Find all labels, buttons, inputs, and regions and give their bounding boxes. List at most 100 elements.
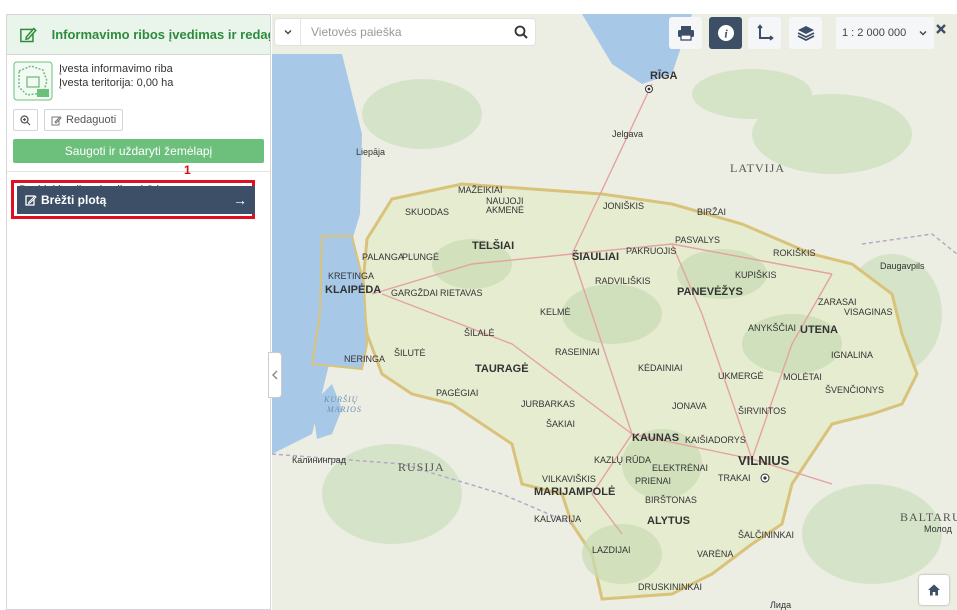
map-label-riga: RĪGA <box>650 70 678 82</box>
map-label-panevezys: PANEVĖŽYS <box>677 286 743 298</box>
chevron-left-icon <box>272 370 278 380</box>
info-button[interactable]: i <box>709 17 742 49</box>
save-close-button[interactable]: Saugoti ir uždaryti žemėlapį <box>13 139 264 163</box>
map-label-ukmerge: UKMERGĖ <box>718 371 764 381</box>
panel-collapse-handle[interactable] <box>268 352 282 398</box>
map-label-kaunas: KAUNAS <box>632 432 680 444</box>
home-icon <box>928 584 940 596</box>
zoom-icon <box>20 114 31 125</box>
draw-area-button[interactable]: Brėžti plotą → <box>17 186 255 214</box>
map-label-kelme: KELMĖ <box>540 307 571 317</box>
chevron-down-icon <box>919 31 927 36</box>
search-icon[interactable] <box>507 25 535 39</box>
home-button[interactable] <box>919 575 949 605</box>
map-label-druskininkai: DRUSKININKAI <box>638 582 703 592</box>
panel-title: Informavimo ribos įvedimas ir redag... <box>51 27 270 42</box>
info-line-1: Įvesta informavimo riba <box>59 63 173 75</box>
edit-icon <box>20 26 37 42</box>
boundary-info: Įvesta informavimo riba Įvesta teritorij… <box>7 55 270 101</box>
map-label-ignalina: IGNALINA <box>831 350 874 360</box>
map-label-vilnius: VILNIUS <box>738 453 790 468</box>
map-label-birstonas: BIRŠTONAS <box>645 495 697 505</box>
map-label-sirvintos: ŠIRVINTOS <box>738 406 787 416</box>
map-boundary-icon <box>13 61 53 101</box>
layers-button[interactable] <box>789 17 822 49</box>
riga-marker <box>645 85 653 93</box>
map-label-raseiniai: RASEINIAI <box>555 347 600 357</box>
scale-selector[interactable]: 1 : 2 000 000 <box>836 17 935 49</box>
map-label-palanga: PALANGA <box>362 252 404 262</box>
map-label-jurbarkas: JURBARKAS <box>521 399 576 409</box>
draw-area-label: Brėžti plotą <box>41 193 107 207</box>
map-label-siauliai: ŠIAULIAI <box>572 251 620 263</box>
info-icon: i <box>717 25 734 41</box>
map-label-kupiskis: KUPIŠKIS <box>735 270 777 280</box>
left-panel: Informavimo ribos įvedimas ir redag... Į… <box>6 14 271 610</box>
search-chevron-down-icon[interactable] <box>275 19 301 45</box>
map-label-joniskis: JONIŠKIS <box>603 201 645 211</box>
map-label-latvija: LATVIJA <box>730 161 785 175</box>
measure-button[interactable] <box>748 17 781 49</box>
print-icon <box>677 26 694 41</box>
map-label-neringa: NERINGA <box>344 354 386 364</box>
map-label-lida: Лида <box>770 600 792 610</box>
map-label-skuodas: SKUODAS <box>405 207 450 217</box>
map-label-svencionys: ŠVENČIONYS <box>825 385 885 395</box>
map-label-zarasai: ZARASAI <box>818 297 857 307</box>
map-label-kalvarija: KALVARIJA <box>534 514 582 524</box>
layers-icon <box>797 26 814 42</box>
search-input[interactable]: Vietovės paieška <box>301 25 507 39</box>
map-label-gargzdai: GARGŽDAI <box>391 288 439 298</box>
map-label-rietavas: RIETAVAS <box>440 288 483 298</box>
map-label-klaipeda: KLAIPĖDA <box>325 284 382 296</box>
map-label-marios: MARIOS <box>327 405 362 414</box>
map-label-jonava: JONAVA <box>672 401 707 411</box>
zoom-to-button[interactable] <box>13 109 38 131</box>
map-label-vilkaviskis: VILKAVIŠKIS <box>542 474 596 484</box>
map-label-pakruojis: PAKRUOJIS <box>626 246 677 256</box>
scale-value: 1 : 2 000 000 <box>842 27 907 39</box>
map-label-kretinga: KRETINGA <box>328 271 375 281</box>
print-button[interactable] <box>669 17 702 49</box>
map-label-anyksciai: ANYKŠČIAI <box>748 323 797 333</box>
map-label-telsiai: TELŠIAI <box>472 240 515 252</box>
map-label-kursiu: KURŠIŲ <box>324 395 359 404</box>
map-label-prienai: PRIENAI <box>635 476 672 486</box>
pencil-icon <box>51 115 62 125</box>
draw-icon <box>25 195 37 206</box>
map-label-kaliningrad: Калининград <box>292 455 347 465</box>
location-search[interactable]: Vietovės paieška <box>275 19 535 45</box>
map-label-taurage: TAURAGĖ <box>475 363 529 375</box>
map-label-liepaja: Liepāja <box>356 147 386 157</box>
map-label-molodechno: Молод <box>924 524 952 534</box>
map-label-pasvalys: PASVALYS <box>675 235 721 245</box>
map-label-visaginas: VISAGINAS <box>844 307 893 317</box>
map-view[interactable]: RĪGA Jelgava Liepāja LATVIJA Daugavpils … <box>272 14 957 610</box>
map-label-alytus: ALYTUS <box>647 515 690 527</box>
info-line-2: Įvesta teritorija: 0,00 ha <box>59 77 174 89</box>
map-label-radviliskis: RADVILIŠKIS <box>595 276 651 286</box>
edit-button[interactable]: Redaguoti <box>44 109 124 131</box>
map-label-pagegiai: PAGĖGIAI <box>436 388 479 398</box>
map-label-sakiai: ŠAKIAI <box>546 419 576 429</box>
map-label-rusija: RUSIJA <box>398 460 445 474</box>
arrow-right-icon: → <box>233 192 247 208</box>
map-label-kaisiadorys: KAIŠIADORYS <box>685 435 746 445</box>
map-label-kazlu-ruda: KAZLŲ RŪDA <box>594 455 652 465</box>
map-label-naujoji-akmene: NAUJOJI AKMENĖ <box>486 196 525 215</box>
map-label-kedainiai: KĖDAINIAI <box>638 363 683 373</box>
map-label-rokiskis: ROKIŠKIS <box>773 248 816 258</box>
map-label-mazeikiai: MAŽEIKIAI <box>458 185 503 195</box>
map-label-birzai: BIRŽAI <box>697 207 727 217</box>
capital-marker <box>760 473 770 483</box>
map-label-elektrenai: ELEKTRĖNAI <box>652 463 709 473</box>
map-label-jelgava: Jelgava <box>612 129 644 139</box>
map-label-moletai: MOLĖTAI <box>783 372 822 382</box>
step-number-annotation: 1 <box>184 163 191 177</box>
close-icon[interactable] <box>935 22 947 40</box>
map-label-salcininkai: ŠALČININKAI <box>738 530 795 540</box>
map-label-trakai: TRAKAI <box>718 473 751 483</box>
map-label-marijampole: MARIJAMPOLĖ <box>534 486 616 498</box>
map-label-daugavpils: Daugavpils <box>880 261 925 271</box>
map-label-varena: VARĖNA <box>697 549 734 559</box>
